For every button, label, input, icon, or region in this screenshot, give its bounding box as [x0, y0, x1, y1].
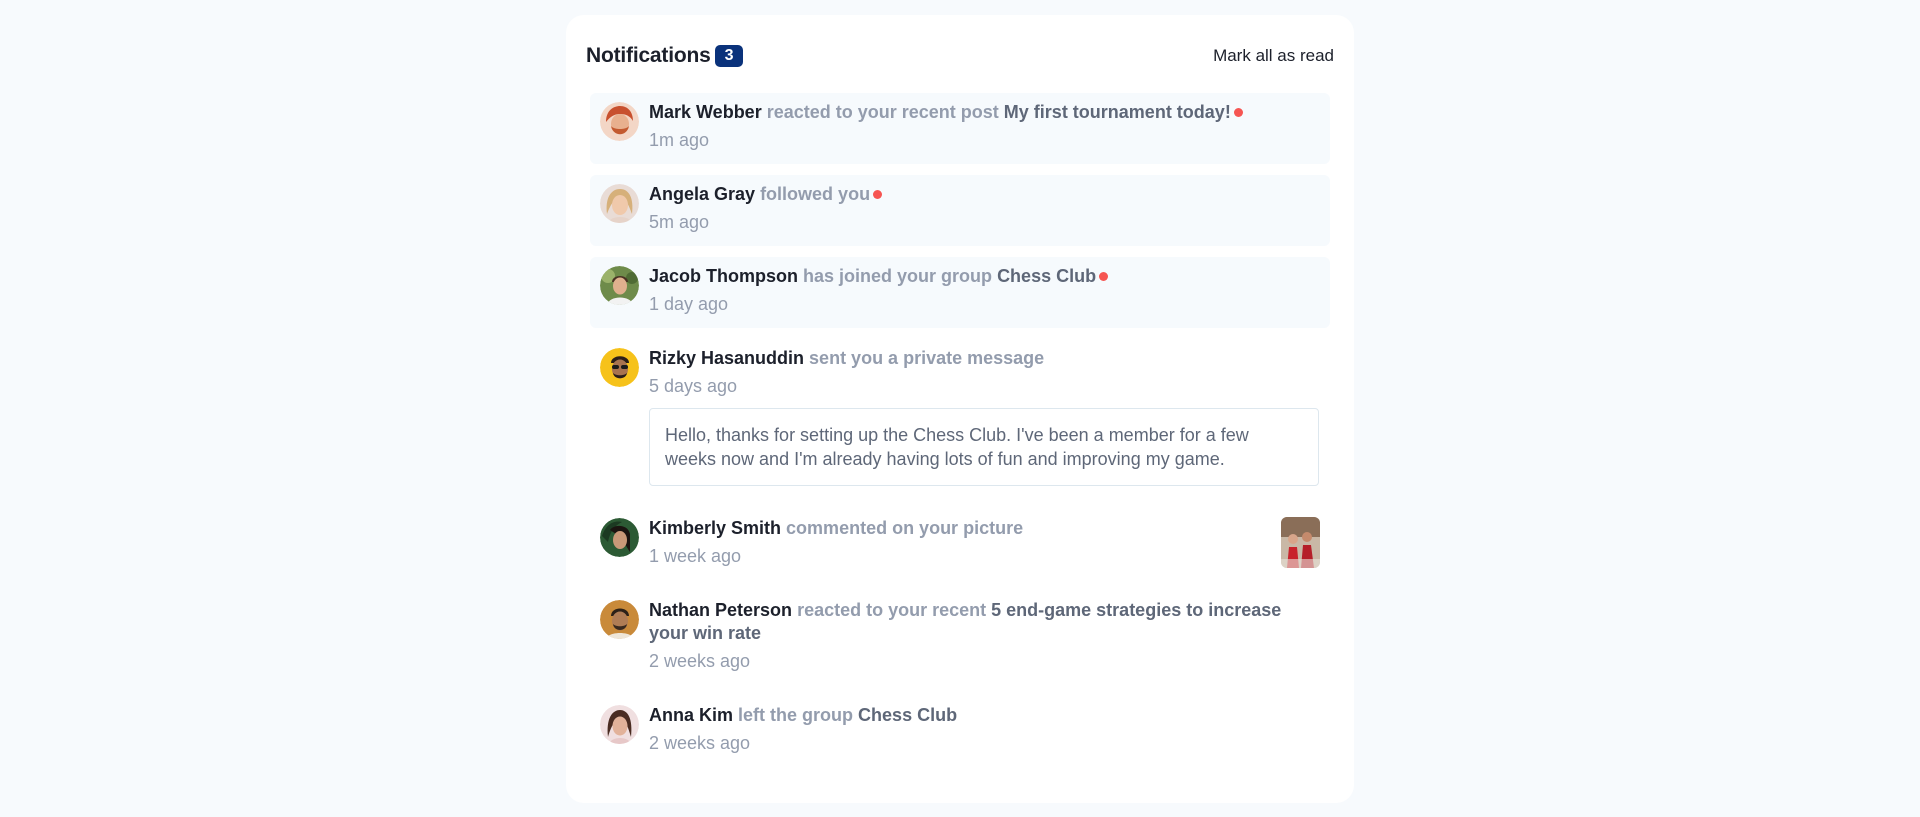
- notification-text: Rizky Hasanuddin sent you a private mess…: [649, 347, 1320, 370]
- notification-item[interactable]: Nathan Peterson reacted to your recent 5…: [590, 591, 1330, 685]
- notifications-header: Notifications 3 Mark all as read: [586, 35, 1334, 77]
- notification-body: Mark Webber reacted to your recent post …: [649, 101, 1320, 152]
- notification-user-name[interactable]: Nathan Peterson: [649, 600, 792, 620]
- notification-time: 5m ago: [649, 212, 710, 232]
- notification-action: has joined your group: [803, 266, 993, 286]
- notification-time: 2 weeks ago: [649, 651, 751, 671]
- notification-user-name[interactable]: Mark Webber: [649, 102, 762, 122]
- mark-all-read-button[interactable]: Mark all as read: [1213, 46, 1334, 66]
- notification-item[interactable]: Anna Kim left the group Chess Club 2 wee…: [590, 696, 1330, 767]
- notification-group-link[interactable]: Chess Club: [858, 705, 957, 725]
- avatar-anna-kim[interactable]: [600, 705, 639, 744]
- notification-action: reacted to your recent: [797, 600, 987, 620]
- notification-user-name[interactable]: Rizky Hasanuddin: [649, 348, 804, 368]
- notification-time: 1 day ago: [649, 294, 729, 314]
- notification-item[interactable]: Rizky Hasanuddin sent you a private mess…: [590, 339, 1330, 498]
- unread-dot: [1233, 108, 1243, 117]
- notification-action: left the group: [738, 705, 854, 725]
- notification-body: Rizky Hasanuddin sent you a private mess…: [649, 347, 1320, 486]
- notification-text: Angela Gray followed you: [649, 183, 1320, 206]
- unread-dot: [873, 190, 883, 199]
- notification-text: Jacob Thompson has joined your group Che…: [649, 265, 1320, 288]
- notification-text: Kimberly Smith commented on your picture: [649, 517, 1320, 540]
- notification-text: Mark Webber reacted to your recent post …: [649, 101, 1320, 124]
- notification-action: sent you a private message: [809, 348, 1045, 368]
- notification-action: commented on your picture: [786, 518, 1024, 538]
- notification-user-name[interactable]: Kimberly Smith: [649, 518, 781, 538]
- notification-body: Jacob Thompson has joined your group Che…: [649, 265, 1320, 316]
- notification-body: Anna Kim left the group Chess Club 2 wee…: [649, 704, 1320, 755]
- notification-item[interactable]: Angela Gray followed you 5m ago: [590, 175, 1330, 246]
- avatar-mark-webber[interactable]: [600, 102, 639, 141]
- avatar-rizky-hasanuddin[interactable]: [600, 348, 639, 387]
- commented-picture-thumbnail[interactable]: [1281, 517, 1320, 568]
- notification-time: 5 days ago: [649, 376, 738, 396]
- header-title-group: Notifications 3: [586, 44, 744, 68]
- notification-text: Anna Kim left the group Chess Club: [649, 704, 1320, 727]
- avatar-angela-gray[interactable]: [600, 184, 639, 223]
- notification-body: Nathan Peterson reacted to your recent 5…: [649, 599, 1320, 673]
- notification-list: Mark Webber reacted to your recent post …: [586, 93, 1334, 778]
- notification-group-link[interactable]: Chess Club: [997, 266, 1096, 286]
- notification-text: Nathan Peterson reacted to your recent 5…: [649, 599, 1320, 645]
- notification-user-name[interactable]: Jacob Thompson: [649, 266, 798, 286]
- notification-item[interactable]: Kimberly Smith commented on your picture…: [590, 509, 1330, 580]
- notification-action: followed you: [760, 184, 871, 204]
- avatar-kimberly-smith[interactable]: [600, 518, 639, 557]
- notification-item[interactable]: Mark Webber reacted to your recent post …: [590, 93, 1330, 164]
- notification-action: reacted to your recent post: [766, 102, 999, 122]
- notification-post-link[interactable]: My first tournament today!: [1004, 102, 1231, 122]
- notification-item[interactable]: Jacob Thompson has joined your group Che…: [590, 257, 1330, 328]
- notification-time: 1m ago: [649, 130, 710, 150]
- avatar-jacob-thompson[interactable]: [600, 266, 639, 305]
- avatar-nathan-peterson[interactable]: [600, 600, 639, 639]
- notification-time: 2 weeks ago: [649, 733, 751, 753]
- notification-body: Kimberly Smith commented on your picture…: [649, 517, 1320, 568]
- private-message-preview[interactable]: Hello, thanks for setting up the Chess C…: [649, 408, 1319, 486]
- unread-count-badge: 3: [714, 45, 744, 67]
- notification-time: 1 week ago: [649, 546, 742, 566]
- notification-user-name[interactable]: Angela Gray: [649, 184, 755, 204]
- notification-user-name[interactable]: Anna Kim: [649, 705, 733, 725]
- notification-body: Angela Gray followed you 5m ago: [649, 183, 1320, 234]
- notifications-card: Notifications 3 Mark all as read Mark We…: [566, 15, 1354, 803]
- page-title: Notifications: [586, 44, 711, 67]
- unread-dot: [1099, 272, 1109, 281]
